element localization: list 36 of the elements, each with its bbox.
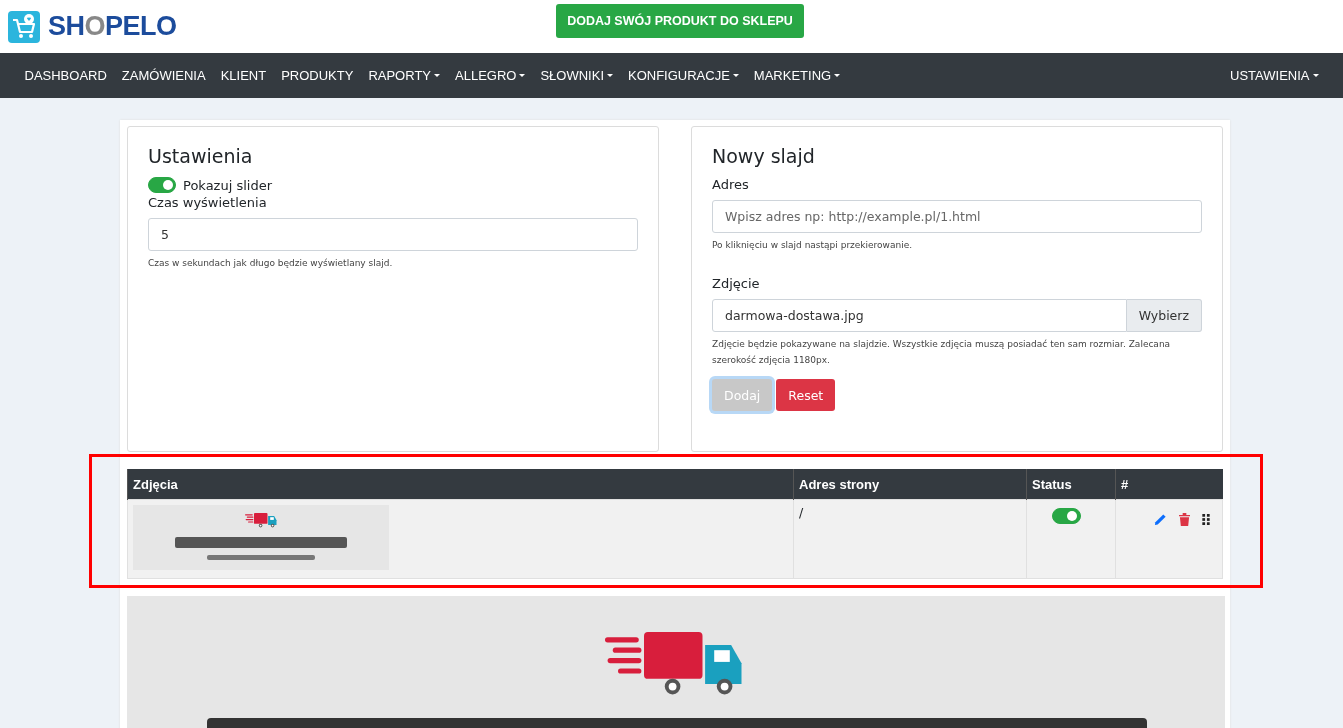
cart-logo-icon xyxy=(8,10,40,43)
nav-item[interactable]: PRODUKTY xyxy=(273,68,361,83)
nav-item[interactable]: ALLEGRO xyxy=(447,68,533,83)
nav-item[interactable]: KLIENT xyxy=(213,68,274,83)
input-field[interactable]: 5 xyxy=(148,218,638,251)
field-label: Zdjęcie xyxy=(712,276,761,291)
nav-item[interactable]: DASHBOARD xyxy=(17,68,115,83)
toggle-switch[interactable] xyxy=(148,177,176,193)
input-field[interactable]: Wpisz adres np: http://example.pl/1.html xyxy=(712,200,1202,233)
table-cell: / xyxy=(799,505,804,520)
status-toggle[interactable] xyxy=(1052,508,1081,524)
toggle-label: Pokazuj slider xyxy=(183,177,272,193)
nav-item[interactable]: KONFIGURACJE xyxy=(620,68,747,83)
column-header: Status xyxy=(1026,469,1116,500)
logo-text: SHOPELO xyxy=(48,11,177,42)
browse-button[interactable]: Wybierz xyxy=(1126,299,1202,332)
column-header: Zdjęcia xyxy=(127,469,794,500)
reset-button[interactable]: Reset xyxy=(776,379,836,411)
nav-item[interactable]: MARKETING xyxy=(746,68,848,83)
help-text: Zdjęcie będzie pokazywane na slajdzie. Wszystkie zdjęcia muszą posiadać ten sam rozmiar. Zalecana szerokość zdjęcia 1180px. xyxy=(712,338,1172,367)
field-label: Czas wyświetlenia xyxy=(148,195,268,210)
field-label: Adres xyxy=(712,177,750,192)
nav-item[interactable]: SŁOWNIKI xyxy=(532,68,621,83)
card-title: Ustawienia xyxy=(148,145,254,167)
drag-handle-icon[interactable] xyxy=(1202,514,1210,525)
column-header: # xyxy=(1115,469,1223,500)
delete-icon[interactable] xyxy=(1179,513,1190,526)
nav-item[interactable]: ZAMÓWIENIA xyxy=(114,68,214,83)
nav-item[interactable]: USTAWIENIA xyxy=(1222,68,1326,83)
column-header: Adres strony xyxy=(793,469,1027,500)
help-text: Czas w sekundach jak długo będzie wyświetlany slajd. xyxy=(148,258,394,268)
help-text: Po kliknięciu w slajd nastąpi przekierowanie. xyxy=(712,240,914,250)
nav-item[interactable]: RAPORTY xyxy=(360,68,448,83)
file-field[interactable]: darmowa-dostawa.jpg xyxy=(712,299,1127,332)
card-title: Nowy slajd xyxy=(712,145,816,167)
edit-icon[interactable] xyxy=(1154,513,1167,526)
